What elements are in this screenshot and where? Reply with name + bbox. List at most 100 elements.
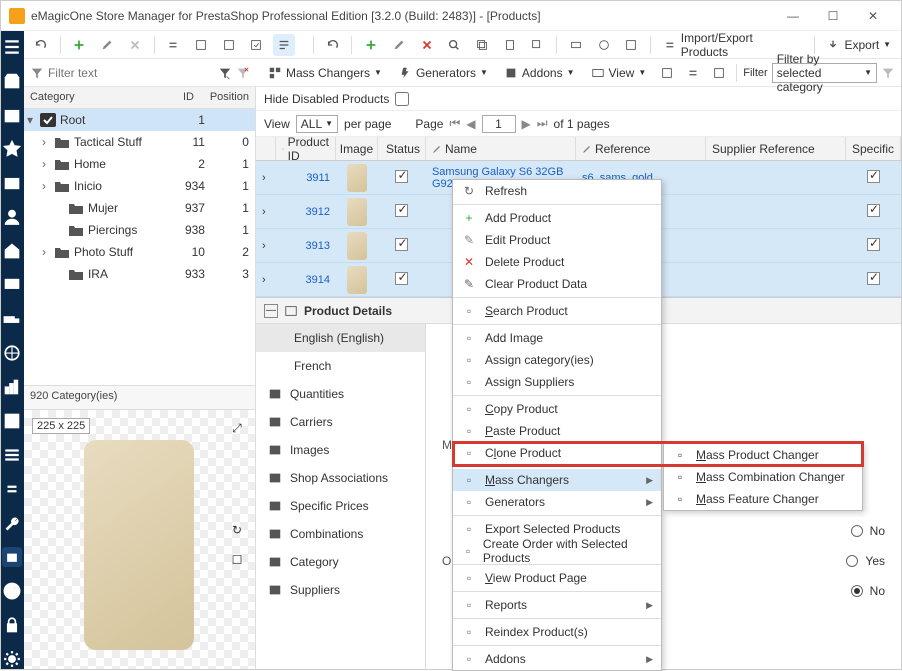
rail-puzzle-icon[interactable] (2, 411, 22, 431)
radio-yes[interactable] (846, 555, 858, 567)
category-tree[interactable]: ▾Root1›Tactical Stuff110›Home21›Inicio93… (24, 109, 255, 385)
category-row[interactable]: ›Home21 (24, 153, 255, 175)
rail-home-icon[interactable] (2, 241, 22, 261)
hide-disabled-checkbox[interactable] (395, 92, 409, 106)
context-menu-item[interactable]: ▫Add Image (453, 327, 661, 349)
tool-1[interactable] (163, 34, 185, 56)
generators-dropdown[interactable]: Generators▼ (392, 62, 494, 84)
rail-box-icon[interactable] (2, 105, 22, 125)
product-col-status[interactable]: Status (378, 137, 426, 160)
category-row[interactable]: IRA9333 (24, 263, 255, 285)
category-row[interactable]: Mujer9371 (24, 197, 255, 219)
product-col-id[interactable]: Product ID (276, 137, 336, 160)
page-next-button[interactable]: ▶ (522, 117, 531, 131)
category-filter-input[interactable] (48, 63, 214, 83)
add-button[interactable] (69, 34, 91, 56)
details-side-item[interactable]: Shop Associations (256, 464, 425, 492)
context-submenu[interactable]: ▫Mass Product Changer▫Mass Combination C… (663, 443, 863, 511)
page-first-button[interactable]: ⏮ (449, 116, 460, 131)
page-input[interactable] (482, 115, 516, 133)
product-col-image[interactable]: Image (336, 137, 378, 160)
rail-help-icon[interactable]: ? (2, 581, 22, 601)
page-prev-button[interactable]: ◀ (466, 117, 475, 131)
add2-button[interactable] (360, 34, 382, 56)
view-dropdown[interactable]: View▼ (585, 62, 653, 84)
context-menu[interactable]: ↻Refresh+Add Product✎Edit Product✕Delete… (452, 179, 662, 671)
maximize-button[interactable]: ☐ (813, 2, 853, 30)
category-row[interactable]: ›Tactical Stuff110 (24, 131, 255, 153)
details-side-item[interactable]: English (English) (256, 324, 425, 352)
filter-select[interactable]: Filter by selected category▼ (772, 63, 877, 83)
tool-2[interactable] (190, 34, 212, 56)
details-side-item[interactable]: Combinations (256, 520, 425, 548)
category-col-position[interactable]: Position (200, 87, 255, 108)
context-menu-item[interactable]: ▫Create Order with Selected Products (453, 540, 661, 562)
details-side-item[interactable]: Suppliers (256, 576, 425, 604)
details-side-item[interactable]: Images (256, 436, 425, 464)
addons-dropdown[interactable]: Addons▼ (498, 62, 581, 84)
rail-chat-icon[interactable] (2, 275, 22, 295)
rail-lock-icon[interactable] (2, 615, 22, 635)
details-collapse-button[interactable]: — (264, 304, 278, 318)
context-menu-item[interactable]: ▫Paste Product (453, 420, 661, 442)
details-side-item[interactable]: Category (256, 548, 425, 576)
search-button[interactable] (443, 34, 465, 56)
details-side-item[interactable]: Quantities (256, 380, 425, 408)
clear-product-filter-icon[interactable] (881, 66, 895, 80)
context-menu-item[interactable]: ▫Mass Changers▶ (453, 469, 661, 491)
context-submenu-item[interactable]: ▫Mass Product Changer (664, 444, 862, 466)
category-row[interactable]: ›Inicio9341 (24, 175, 255, 197)
rail-user-icon[interactable] (2, 207, 22, 227)
rail-inbox-icon[interactable] (2, 173, 22, 193)
filter-tool-1[interactable] (656, 62, 678, 84)
category-row[interactable]: ›Photo Stuff102 (24, 241, 255, 263)
mass-changers-dropdown[interactable]: Mass Changers▼ (262, 62, 388, 84)
context-menu-item[interactable]: ✕Delete Product (453, 251, 661, 273)
refresh-button[interactable] (30, 34, 52, 56)
preview-open-button[interactable]: ☐ (227, 550, 247, 570)
details-side-item[interactable]: Carriers (256, 408, 425, 436)
product-col-supplier[interactable]: Supplier Reference (706, 137, 846, 160)
preview-expand-button[interactable]: ⤢ (227, 418, 247, 438)
product-col-reference[interactable]: Reference (576, 137, 706, 160)
category-row[interactable]: ▾Root1 (24, 109, 255, 131)
context-menu-item[interactable]: ▫Generators▶ (453, 491, 661, 513)
details-side-item[interactable]: French (256, 352, 425, 380)
filter-tool-2[interactable] (682, 62, 704, 84)
copy-button[interactable] (471, 34, 493, 56)
context-menu-item[interactable]: ▫View Product Page (453, 567, 661, 589)
per-page-select[interactable]: ALL▼ (296, 115, 338, 133)
rail-swap-icon[interactable] (2, 479, 22, 499)
tool-4[interactable] (246, 34, 268, 56)
details-sidebar[interactable]: English (English)FrenchQuantitiesCarrier… (256, 324, 426, 669)
preview-refresh-button[interactable]: ↻ (227, 520, 247, 540)
refresh2-button[interactable] (322, 34, 344, 56)
rail-store-icon[interactable] (2, 71, 22, 91)
delete-button[interactable] (124, 34, 146, 56)
edit2-button[interactable] (388, 34, 410, 56)
filter-tool-3[interactable] (708, 62, 730, 84)
context-menu-item[interactable]: +Add Product (453, 207, 661, 229)
context-menu-item[interactable]: ▫Assign category(ies) (453, 349, 661, 371)
context-menu-item[interactable]: ▫Addons▶ (453, 648, 661, 670)
context-menu-item[interactable]: ▫Copy Product (453, 398, 661, 420)
filter-dropdown-icon[interactable] (218, 66, 232, 80)
rail-wrench-icon[interactable] (2, 513, 22, 533)
context-menu-item[interactable]: ▫Reports▶ (453, 594, 661, 616)
context-menu-item[interactable]: ▫Reindex Product(s) (453, 621, 661, 643)
rail-archive-icon[interactable] (2, 547, 22, 567)
product-col-name[interactable]: Name (426, 137, 576, 160)
context-submenu-item[interactable]: ▫Mass Feature Changer (664, 488, 862, 510)
tool-a[interactable] (565, 34, 587, 56)
context-menu-item[interactable]: ▫Search Product (453, 300, 661, 322)
category-col-name[interactable]: Category (24, 87, 160, 108)
export-button[interactable]: Export▼ (822, 38, 895, 52)
rail-gear-icon[interactable] (2, 649, 22, 669)
details-side-item[interactable]: Specific Prices (256, 492, 425, 520)
tool-5[interactable] (273, 34, 295, 56)
radio-no[interactable] (851, 585, 863, 597)
context-menu-item[interactable]: ▫Assign Suppliers (453, 371, 661, 393)
tool-3[interactable] (218, 34, 240, 56)
rail-star-icon[interactable] (2, 139, 22, 159)
delete2-button[interactable] (416, 34, 438, 56)
